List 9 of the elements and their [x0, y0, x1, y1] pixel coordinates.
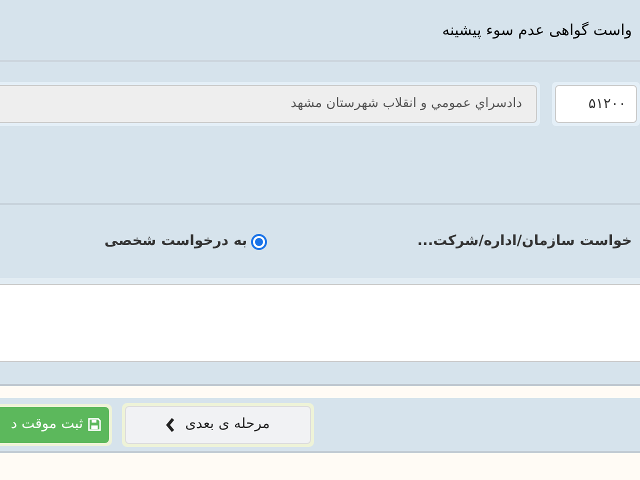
radio-button[interactable] — [251, 234, 268, 250]
radio-label: به درخواست شخصی — [104, 232, 248, 251]
office-field: دادسراي عمومي و انقلاب شهرستان مشهد — [0, 85, 537, 123]
next-step-button[interactable]: مرحله ی بعدی — [125, 406, 311, 444]
chevron-left-icon — [166, 418, 176, 432]
save-icon — [88, 418, 101, 431]
page-title: واست گواهی عدم سوء پیشینه — [442, 20, 632, 41]
number-field[interactable]: ۵۱۲۰۰ — [555, 85, 637, 123]
radio-label: خواست سازمان/اداره/شرکت... — [417, 232, 632, 251]
